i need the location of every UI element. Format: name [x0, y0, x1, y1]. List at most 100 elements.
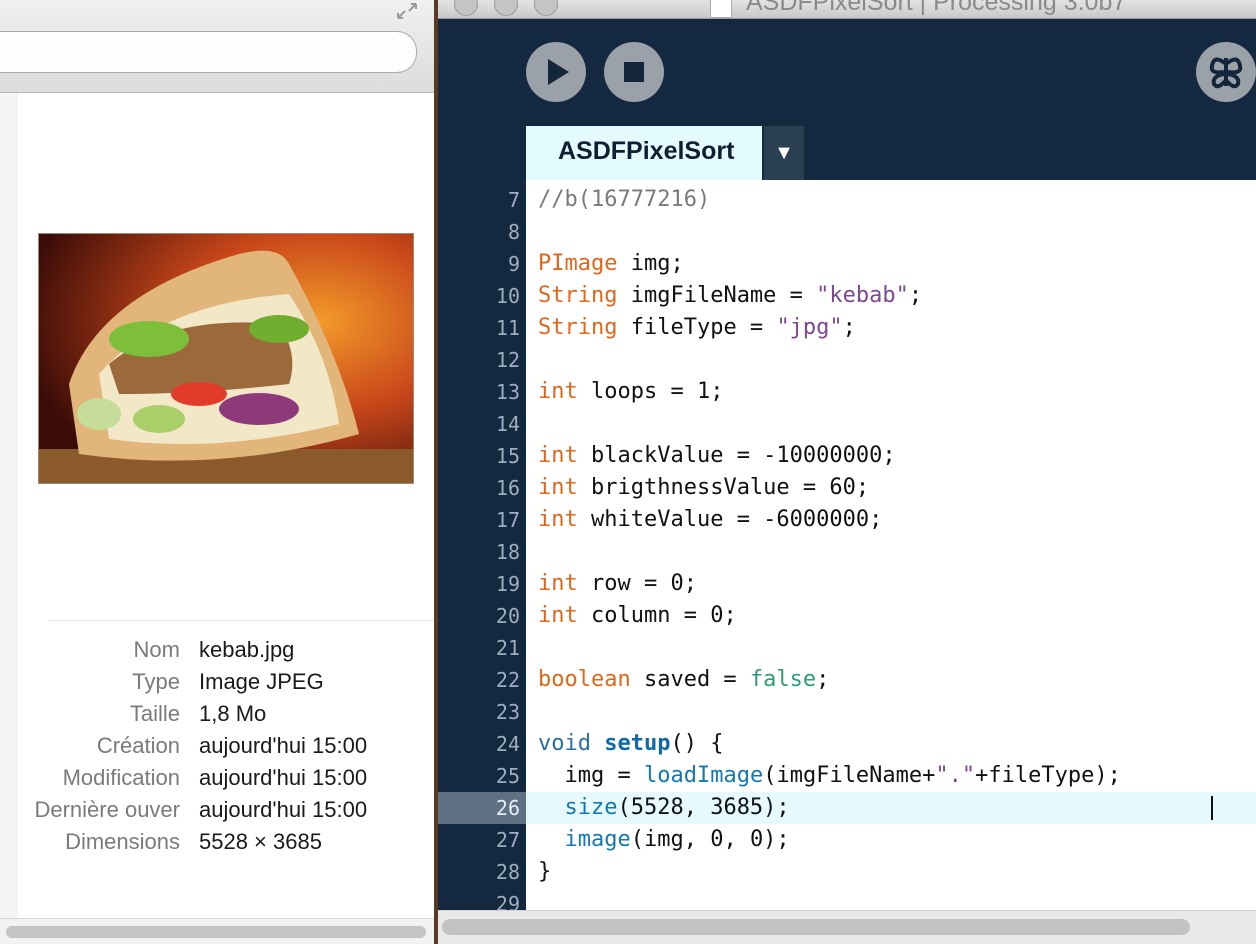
code-line[interactable]: int brigthnessValue = 60;: [538, 472, 869, 504]
line-number: 15: [495, 444, 520, 468]
info-row-modified: Modification aujourd'hui 15:00: [0, 763, 434, 793]
stop-icon: [624, 62, 644, 82]
info-label: Création: [96, 733, 180, 758]
code-token: int: [538, 379, 578, 404]
butterfly-debug-icon: [1209, 57, 1243, 89]
code-token: PImage: [538, 251, 618, 276]
info-value: aujourd'hui 15:00: [199, 733, 368, 758]
line-number: 13: [495, 380, 520, 404]
processing-ide-window: ASDFPixelSort | Processing 3.0b7 ASDFPix…: [438, 0, 1256, 944]
code-line[interactable]: }: [538, 856, 551, 888]
code-token: image: [564, 827, 631, 852]
info-label: Dernière ouver: [34, 797, 180, 822]
code-token: ;: [908, 283, 923, 308]
tab-asdfpixelsort[interactable]: ASDFPixelSort: [526, 126, 762, 180]
debug-button[interactable]: [1196, 42, 1256, 102]
line-number: 24: [495, 732, 520, 756]
code-token: ;: [842, 315, 856, 340]
document-icon: [710, 0, 732, 18]
minimize-window-button[interactable]: [494, 0, 518, 16]
code-line[interactable]: int loops = 1;: [538, 376, 723, 408]
info-label: Modification: [62, 765, 180, 790]
line-number: 7: [507, 188, 520, 212]
code-token: () {: [670, 731, 724, 756]
info-row-size: Taille 1,8 Mo: [0, 699, 434, 729]
code-line[interactable]: image(img, 0, 0);: [538, 824, 790, 856]
code-token: +fileType);: [975, 763, 1121, 788]
code-line[interactable]: int whiteValue = -6000000;: [538, 504, 882, 536]
line-number: 28: [495, 860, 520, 884]
tab-menu-dropdown[interactable]: ▼: [764, 126, 804, 180]
scrollbar-thumb[interactable]: [6, 926, 426, 938]
info-row-created: Création aujourd'hui 15:00: [0, 731, 434, 761]
code-line[interactable]: boolean saved = false;: [538, 664, 829, 696]
code-line[interactable]: img = loadImage(imgFileName+"."+fileType…: [538, 760, 1121, 792]
code-line[interactable]: int row = 0;: [538, 568, 697, 600]
resize-icon[interactable]: [396, 2, 418, 20]
line-number: 8: [507, 220, 520, 244]
line-number: 20: [495, 604, 520, 628]
code-token: saved =: [630, 667, 750, 692]
line-number: 19: [495, 572, 520, 596]
editor-horizontal-scrollbar[interactable]: [438, 910, 1256, 944]
finder-horizontal-scrollbar[interactable]: [0, 918, 434, 944]
code-token: =: [604, 763, 644, 788]
close-window-button[interactable]: [454, 0, 478, 16]
code-token: blackValue = -10000000;: [577, 443, 896, 468]
info-row-last-opened: Dernière ouver aujourd'hui 15:00: [0, 795, 434, 825]
code-token: int: [538, 475, 578, 500]
code-line[interactable]: void setup() {: [538, 728, 723, 760]
code-line[interactable]: String fileType = "jpg";: [538, 312, 856, 344]
code-token: int: [538, 507, 578, 532]
line-number: 16: [495, 476, 520, 500]
code-token: row = 0;: [577, 571, 697, 596]
code-token: }: [538, 859, 552, 884]
run-button[interactable]: [526, 42, 586, 102]
line-number: 22: [495, 668, 520, 692]
code-token: int: [538, 603, 578, 628]
code-token: ;: [816, 667, 830, 692]
play-icon: [548, 59, 569, 85]
finder-info-window: Nom kebab.jpg Type Image JPEG Taille 1,8…: [0, 0, 434, 944]
info-label: Taille: [129, 701, 180, 726]
info-label: Dimensions: [65, 829, 180, 854]
code-token: loadImage: [644, 763, 764, 788]
code-token: brigthnessValue = 60;: [577, 475, 870, 500]
search-field[interactable]: [0, 31, 417, 73]
code-token: imgFileName =: [617, 283, 817, 308]
info-value: kebab.jpg: [199, 637, 295, 662]
code-token: void: [538, 731, 591, 756]
code-line[interactable]: String imgFileName = "kebab";: [538, 280, 922, 312]
info-value: 5528 × 3685: [199, 829, 322, 854]
code-token: column = 0;: [577, 603, 737, 628]
info-row-dimensions: Dimensions 5528 × 3685: [0, 827, 434, 857]
code-token: img: [564, 763, 605, 788]
zoom-window-button[interactable]: [534, 0, 558, 16]
line-number: 10: [495, 284, 520, 308]
image-preview: [38, 233, 414, 484]
finder-toolbar: [0, 0, 434, 93]
code-token: (img, 0, 0);: [630, 827, 790, 852]
info-value: Image JPEG: [199, 669, 324, 694]
line-number: 27: [495, 828, 520, 852]
code-line[interactable]: PImage img;: [538, 248, 684, 280]
code-token: //b(16777216): [538, 187, 711, 212]
line-number: 21: [495, 636, 520, 660]
scrollbar-thumb[interactable]: [442, 919, 1190, 935]
code-token: ".": [935, 763, 976, 788]
code-token: String: [538, 283, 618, 308]
code-token: int: [538, 443, 578, 468]
code-token: boolean: [538, 667, 631, 692]
text-cursor: [1211, 796, 1213, 820]
code-line[interactable]: //b(16777216): [538, 184, 710, 216]
line-number: 25: [495, 764, 520, 788]
info-separator: [48, 620, 434, 621]
code-line[interactable]: size(5528, 3685);: [538, 792, 790, 824]
info-value: 1,8 Mo: [199, 701, 267, 726]
code-line[interactable]: int column = 0;: [538, 600, 737, 632]
line-number: 18: [495, 540, 520, 564]
stop-button[interactable]: [604, 42, 664, 102]
info-value: aujourd'hui 15:00: [199, 765, 368, 790]
code-line[interactable]: int blackValue = -10000000;: [538, 440, 896, 472]
